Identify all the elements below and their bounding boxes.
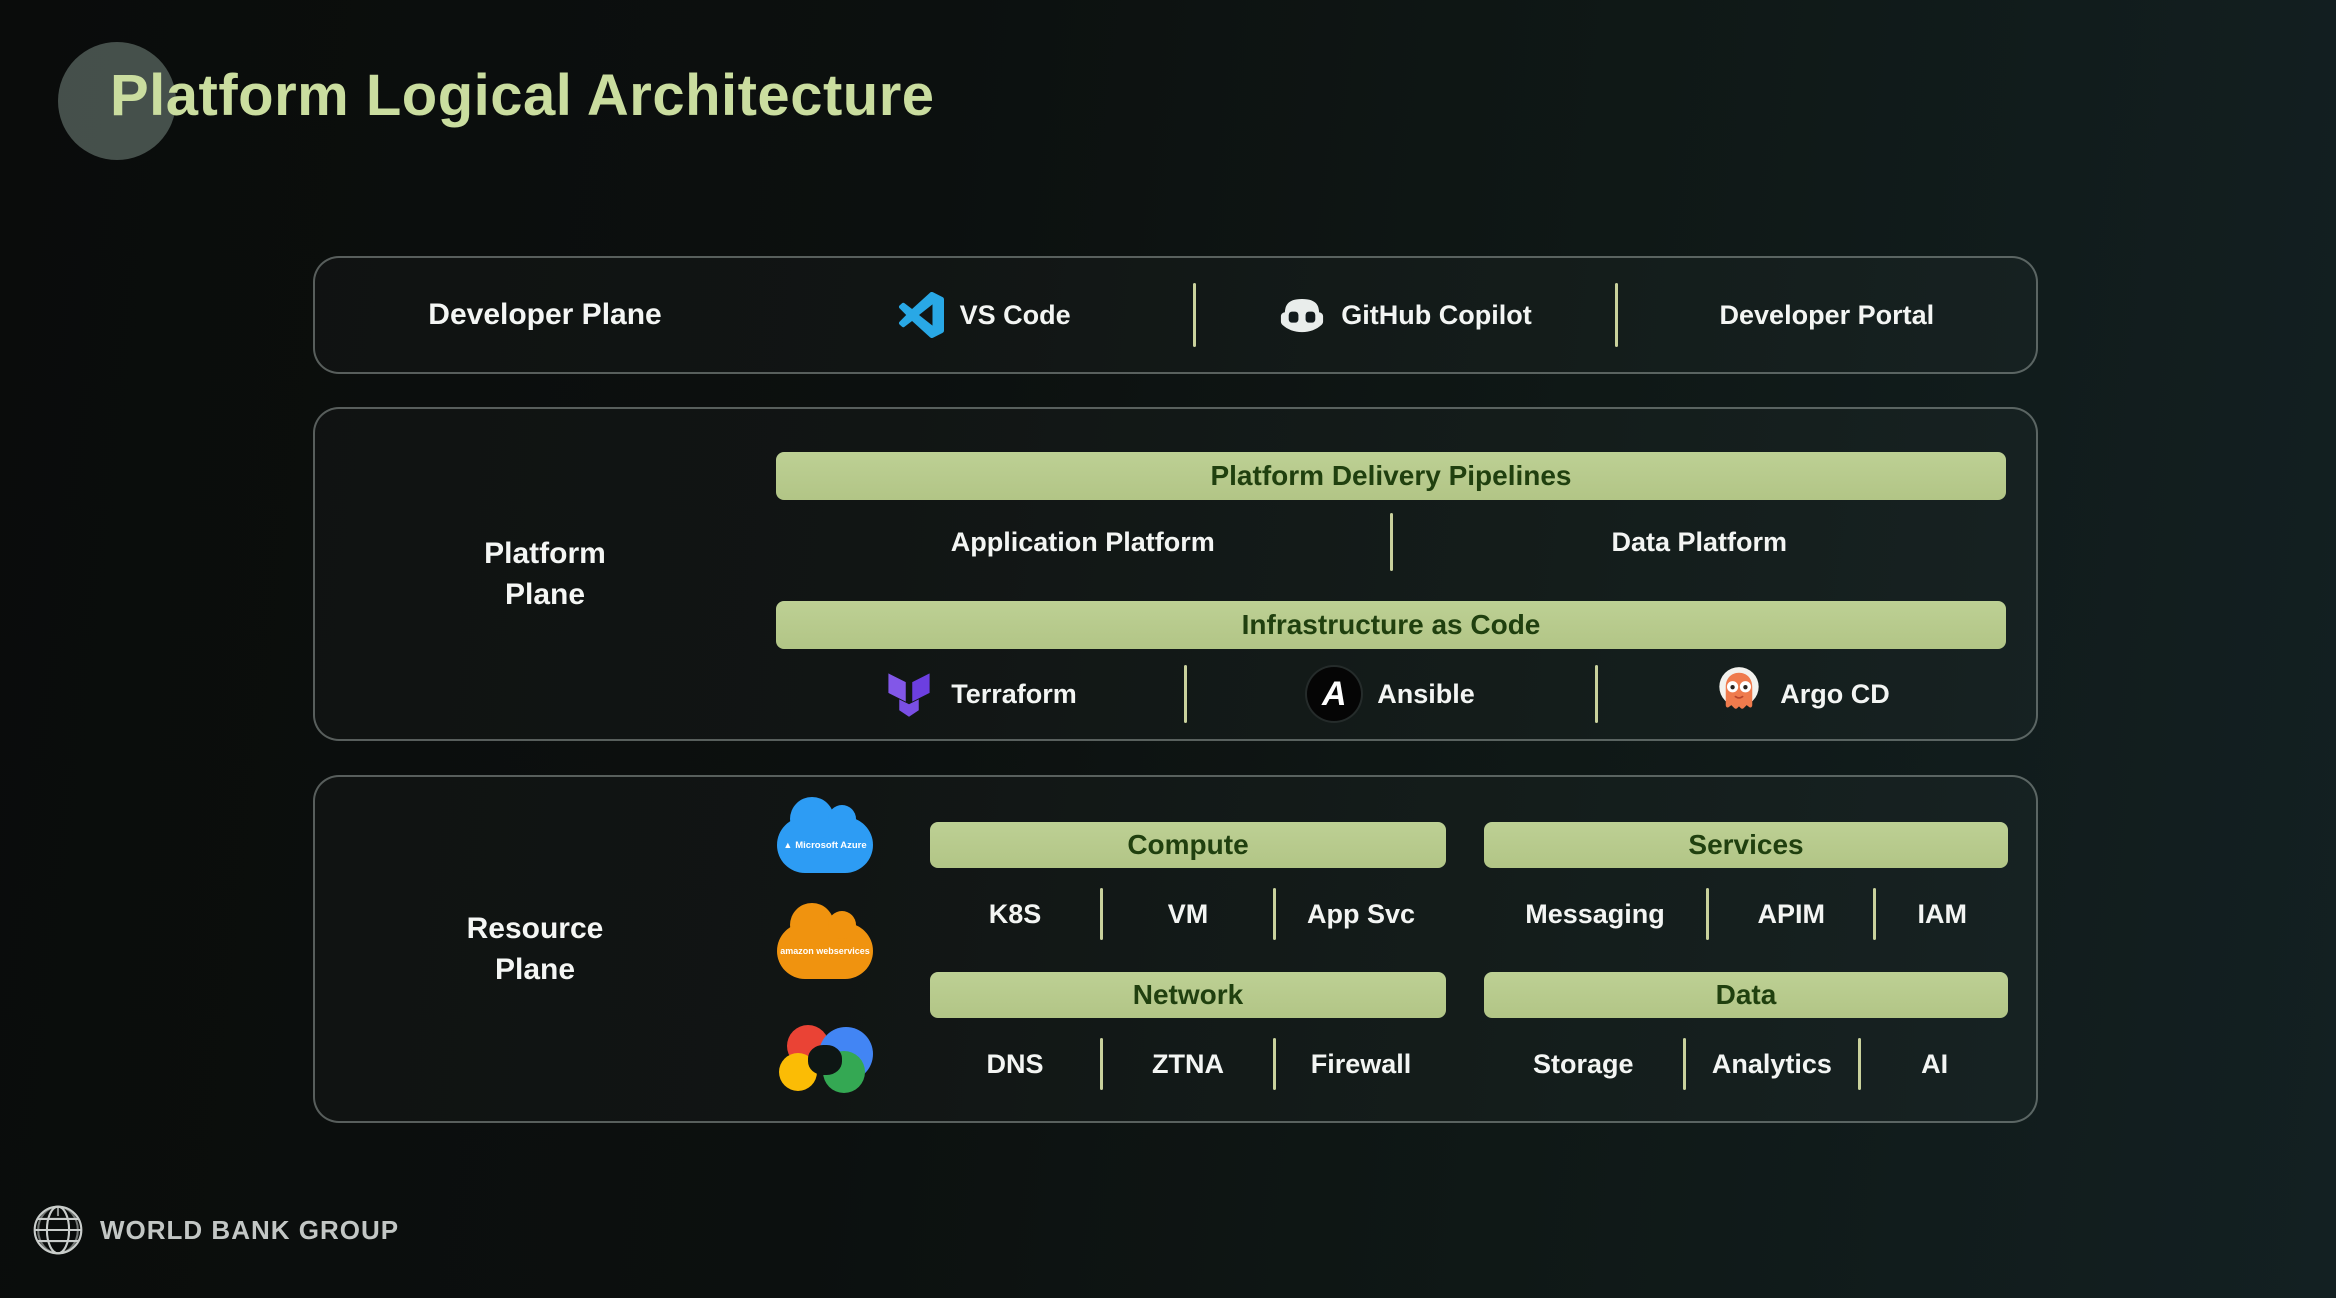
tool-label: Argo CD xyxy=(1780,679,1890,710)
dev-item-developer-portal: Developer Portal xyxy=(1618,300,2036,331)
platform-plane-label-line1: Platform xyxy=(484,537,606,570)
tool-terraform: Terraform xyxy=(776,668,1184,720)
world-bank-globe-icon xyxy=(30,1202,86,1258)
resource-item: ZTNA xyxy=(1103,1049,1273,1080)
cloud-providers: ▲Microsoft Azure amazon webservices xyxy=(740,777,910,1121)
application-platform-item: Application Platform xyxy=(776,527,1390,558)
ansible-icon: A xyxy=(1307,667,1361,721)
dev-item-label: GitHub Copilot xyxy=(1341,300,1531,331)
services-bar: Services xyxy=(1484,822,2008,868)
azure-logo-mark: ▲ xyxy=(783,840,792,850)
page-title: Platform Logical Architecture xyxy=(110,62,935,129)
developer-plane-panel: Developer Plane VS Code xyxy=(313,256,2038,374)
vscode-icon xyxy=(898,292,944,338)
tool-argo-cd: Argo CD xyxy=(1598,665,2006,723)
slide: Platform Logical Architecture Developer … xyxy=(0,0,2336,1298)
resource-item: Firewall xyxy=(1276,1049,1446,1080)
aws-cloud-label: amazon webservices xyxy=(780,946,870,956)
footer-brand: WORLD BANK GROUP xyxy=(30,1202,399,1258)
azure-cloud-label: Microsoft Azure xyxy=(795,840,866,851)
platform-delivery-pipelines-bar: Platform Delivery Pipelines xyxy=(776,452,2006,500)
dev-item-label: VS Code xyxy=(960,300,1071,331)
resource-item: Messaging xyxy=(1484,899,1706,930)
github-copilot-icon xyxy=(1279,296,1325,334)
services-group: Services Messaging APIM IAM xyxy=(1484,822,2008,972)
resource-item: K8S xyxy=(930,899,1100,930)
aws-cloud-icon: amazon webservices xyxy=(777,923,873,979)
footer-brand-text: WORLD BANK GROUP xyxy=(100,1215,399,1246)
tool-label: Terraform xyxy=(951,679,1077,710)
dev-item-vscode: VS Code xyxy=(775,292,1193,338)
resource-item: Analytics xyxy=(1686,1049,1859,1080)
terraform-icon xyxy=(883,668,935,720)
resource-plane-label-line1: Resource xyxy=(467,912,604,945)
dev-item-label: Developer Portal xyxy=(1720,300,1935,331)
resource-item: APIM xyxy=(1709,899,1873,930)
platform-plane-label-line2: Plane xyxy=(505,578,585,611)
resource-plane-label-line2: Plane xyxy=(495,953,575,986)
developer-plane-label: Developer Plane xyxy=(428,294,661,335)
resource-item: IAM xyxy=(1876,899,2008,930)
google-cloud-icon xyxy=(777,1025,873,1093)
resource-item: App Svc xyxy=(1276,899,1446,930)
platform-plane-panel: Platform Plane Platform Delivery Pipelin… xyxy=(313,407,2038,741)
compute-bar: Compute xyxy=(930,822,1446,868)
data-group: Data Storage Analytics AI xyxy=(1484,972,2008,1122)
network-group: Network DNS ZTNA Firewall xyxy=(930,972,1446,1122)
resource-plane-panel: Resource Plane ▲Microsoft Azure amazon w… xyxy=(313,775,2038,1123)
resource-item: Storage xyxy=(1484,1049,1683,1080)
azure-cloud-icon: ▲Microsoft Azure xyxy=(777,817,873,873)
tool-label: Ansible xyxy=(1377,679,1475,710)
data-bar: Data xyxy=(1484,972,2008,1018)
network-bar: Network xyxy=(930,972,1446,1018)
compute-group: Compute K8S VM App Svc xyxy=(930,822,1446,972)
infrastructure-as-code-bar: Infrastructure as Code xyxy=(776,601,2006,649)
resource-item: VM xyxy=(1103,899,1273,930)
gcloud-center xyxy=(808,1045,842,1075)
data-platform-item: Data Platform xyxy=(1393,527,2007,558)
argo-cd-icon xyxy=(1714,665,1764,723)
dev-item-github-copilot: GitHub Copilot xyxy=(1196,296,1614,334)
resource-item: DNS xyxy=(930,1049,1100,1080)
resource-item: AI xyxy=(1861,1049,2008,1080)
resource-plane-label: Resource Plane xyxy=(467,908,604,991)
platform-plane-label: Platform Plane xyxy=(484,533,606,616)
tool-ansible: A Ansible xyxy=(1187,667,1595,721)
